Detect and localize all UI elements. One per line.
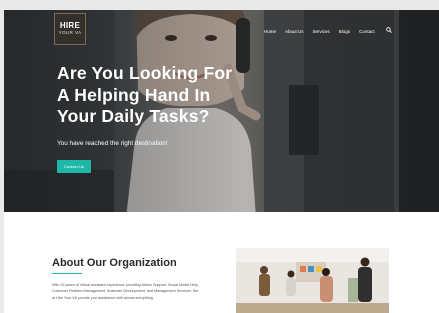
about-title: About Our Organization [52,257,177,269]
team-meeting-image [236,248,389,313]
hero-subtitle: You have reached the right destination! [57,140,168,147]
hero-headline: Are You Looking For A Helping Hand In Yo… [57,63,297,128]
site-logo[interactable]: HIRE YOUR VA [54,13,86,45]
nav-item-services[interactable]: Services [313,29,330,34]
main-nav: Home About Us Services Blogs Contact [264,27,392,35]
hero-section: HIRE YOUR VA Home About Us Services Blog… [4,10,439,212]
nav-item-about-us[interactable]: About Us [285,29,304,34]
hero-headline-line-2: A Helping Hand In [57,84,211,105]
hero-headline-line-3: Your Daily Tasks? [57,106,210,126]
logo-text-bottom: YOUR VA [58,30,82,35]
about-section: About Our Organization With 15 years of … [4,212,439,313]
nav-item-blogs[interactable]: Blogs [339,29,350,34]
contact-us-button[interactable]: Contact Us [57,160,91,173]
page: HIRE YOUR VA Home About Us Services Blog… [4,10,439,313]
hero-headline-line-1: Are You Looking For [57,63,233,83]
about-paragraph: With 15 years of Virtual assistant exper… [52,283,199,300]
about-title-underline [52,273,82,275]
nav-item-contact[interactable]: Contact [359,29,375,34]
search-icon[interactable] [385,27,392,35]
logo-text-top: HIRE [59,21,81,30]
nav-item-home[interactable]: Home [264,29,276,34]
